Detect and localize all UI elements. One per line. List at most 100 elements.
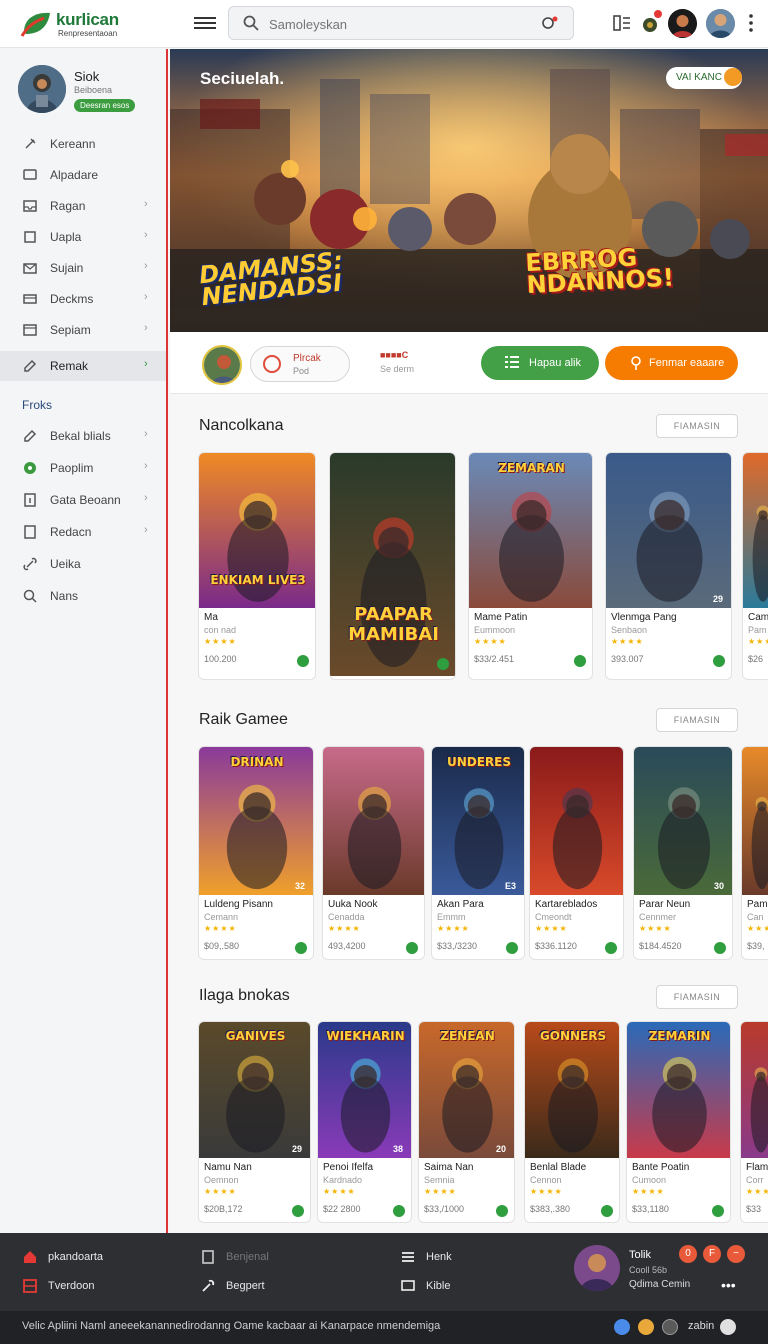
friend-avatar[interactable]: [668, 9, 697, 38]
sidebar-item-sujain[interactable]: Sujain ›: [0, 253, 166, 283]
primary-orange-button[interactable]: Fenmar eaaare: [605, 346, 738, 380]
search-bar[interactable]: [228, 6, 574, 40]
rating-stars: ★★★★: [474, 637, 507, 646]
news-icon[interactable]: [611, 12, 633, 34]
game-card[interactable]: ZEMARIN Bante Poatin Cumoon ★★★★ $33,1180: [626, 1021, 731, 1223]
info-icon: [22, 492, 38, 508]
sidebar-item-label: Uapla: [50, 230, 82, 244]
menu-icon[interactable]: [194, 14, 216, 32]
game-card[interactable]: GANIVES 29 Namu Nan Oemnon ★★★★ $20B,172: [198, 1021, 311, 1223]
sidebar-item-remak[interactable]: Remak ›: [0, 351, 166, 381]
game-title: Saima Nan: [424, 1162, 474, 1173]
top-bar: kurlican Renpresentaoan: [0, 0, 768, 48]
game-subtitle: Cennon: [530, 1175, 562, 1185]
hero-banner[interactable]: Seciuelah. VAI KANC DAMANSS: NENDADSI EB…: [170, 49, 768, 332]
game-title: Akan Para: [437, 899, 484, 910]
chevron-right-icon: ›: [144, 322, 148, 334]
game-subtitle: Cenadda: [328, 912, 365, 922]
pencil-icon: [22, 358, 38, 374]
platform-badge-icon: [292, 1205, 304, 1217]
game-cover-art: [634, 747, 732, 895]
bottom-nav-label: Benjenal: [226, 1251, 269, 1263]
sidebar-item-nans[interactable]: Nans: [0, 581, 166, 611]
profile-card[interactable]: Siok Beiboena Deesran esos: [18, 63, 158, 119]
game-card[interactable]: DRINAN 32 Luldeng Pisann Cemann ★★★★ $09,.580: [198, 746, 314, 960]
cover-title-text: WIEKHARIN: [326, 1030, 405, 1044]
bottom-nav-label: Henk: [426, 1251, 452, 1263]
game-card[interactable]: Kartareblados Cmeondt ★★★★ $336.1120: [529, 746, 624, 960]
inbox-icon: [22, 198, 38, 214]
game-cover-art: [530, 747, 623, 895]
voice-search-icon[interactable]: [541, 15, 559, 31]
platform-badge-icon: [506, 942, 518, 954]
game-card[interactable]: GONNERS Benlal Blade Cennon ★★★★ $383,.380: [524, 1021, 620, 1223]
game-title: Benlal Blade: [530, 1162, 587, 1173]
chevron-right-icon: ›: [144, 358, 148, 370]
cover-number: 29: [291, 1144, 302, 1154]
platform-badge-icon: [712, 1205, 724, 1217]
game-card[interactable]: Pam Can ★★★★ $39,: [741, 746, 768, 960]
bottom-user-avatar[interactable]: [574, 1245, 620, 1291]
bottom-nav-label: Kible: [426, 1280, 451, 1292]
sidebar-item-gata-beoann[interactable]: Gata Beoann ›: [0, 485, 166, 515]
sidebar-item-paoplim[interactable]: Paoplim ›: [0, 453, 166, 483]
sidebar-item-label: Ueika: [50, 557, 81, 571]
chevron-right-icon: ›: [144, 460, 148, 472]
game-card[interactable]: UNDERES E3 Akan Para Emmm ★★★★ $33,/3230: [431, 746, 525, 960]
globe-icon[interactable]: [614, 1319, 630, 1335]
sidebar-item-label: Kereann: [50, 137, 96, 151]
game-avatar[interactable]: [202, 345, 242, 385]
game-title: Penoi Ifelfa: [323, 1162, 374, 1173]
cover-number: 29: [712, 594, 723, 604]
app-logo[interactable]: kurlican Renpresentaoan: [20, 8, 170, 40]
hero-chip-button[interactable]: VAI KANC: [666, 67, 742, 89]
game-cover-art: [199, 747, 313, 895]
link-icon: [22, 556, 38, 572]
sidebar-item-sepiam[interactable]: Sepiam ›: [0, 315, 166, 345]
game-card[interactable]: PAAPAR MAMIBAI: [329, 452, 456, 680]
game-subtitle: Kardnado: [323, 1175, 363, 1185]
person-icon: [631, 356, 641, 370]
sidebar-item-deckms[interactable]: Deckms ›: [0, 284, 166, 314]
see-all-button[interactable]: FIAMASIN: [656, 985, 738, 1009]
game-card[interactable]: ZENEAN 20 Saima Nan Semnia ★★★★ $33,/1000: [418, 1021, 515, 1223]
orange-button-label: Fenmar eaaare: [649, 357, 725, 369]
see-all-button[interactable]: FIAMASIN: [656, 708, 738, 732]
user-avatar[interactable]: [706, 9, 735, 38]
rating-stars: ★★★★: [611, 637, 644, 646]
bottom-action-3[interactable]: −: [727, 1245, 745, 1263]
game-card[interactable]: 30 Parar Neun Cennmer ★★★★ $184.4520: [633, 746, 733, 960]
game-card[interactable]: ENKIAM LIVE3 Ma con nad ★★★★ 100.200: [198, 452, 316, 680]
rating-stars: ★★★★: [748, 637, 768, 646]
sidebar-item-bekal-blials[interactable]: Bekal blials ›: [0, 421, 166, 451]
bottom-action-1[interactable]: 0: [679, 1245, 697, 1263]
game-card[interactable]: 29 Vlenmga Pang Senbaon ★★★★ 393.007: [605, 452, 732, 680]
sidebar-item-uapla[interactable]: Uapla ›: [0, 222, 166, 252]
sidebar-item-ragan[interactable]: Ragan ›: [0, 191, 166, 221]
game-card[interactable]: Uuka Nook Cenadda ★★★★ 493,4200: [322, 746, 425, 960]
search-input[interactable]: [269, 13, 529, 35]
search-icon: [22, 588, 38, 604]
game-card[interactable]: WIEKHARIN 38 Penoi Ifelfa Kardnado ★★★★ $22 2…: [317, 1021, 412, 1223]
game-subtitle: Oemnon: [204, 1175, 239, 1185]
game-card[interactable]: Flam Corr ★★★★ $33: [740, 1021, 768, 1223]
sidebar-item-alpadare[interactable]: Alpadare: [0, 160, 166, 190]
more-vertical-icon[interactable]: [748, 12, 754, 34]
see-all-button[interactable]: FIAMASIN: [656, 414, 738, 438]
play-button[interactable]: Plrcak Pod: [250, 346, 350, 382]
notification-icon[interactable]: [640, 9, 663, 34]
primary-green-button[interactable]: Hapau alik: [481, 346, 599, 380]
sun-icon[interactable]: [638, 1319, 654, 1335]
sidebar-item-kereann[interactable]: Kereann: [0, 129, 166, 159]
sidebar-item-ueika[interactable]: Ueika: [0, 549, 166, 579]
game-card[interactable]: Cam Pam ★★★★ $26: [742, 452, 768, 680]
more-horizontal-icon[interactable]: •••: [721, 1277, 736, 1293]
game-price: $184.4520: [639, 941, 682, 951]
footer-right-label[interactable]: zabin: [688, 1320, 714, 1332]
sidebar-item-label: Gata Beoann: [50, 493, 121, 507]
bottom-action-2[interactable]: F: [703, 1245, 721, 1263]
sidebar-item-redacn[interactable]: Redacn ›: [0, 517, 166, 547]
settings-icon[interactable]: [662, 1319, 678, 1335]
close-icon[interactable]: [720, 1319, 736, 1335]
game-card[interactable]: ZEMARAN Mame Patin Eummoon ★★★★ $33/2.451: [468, 452, 593, 680]
